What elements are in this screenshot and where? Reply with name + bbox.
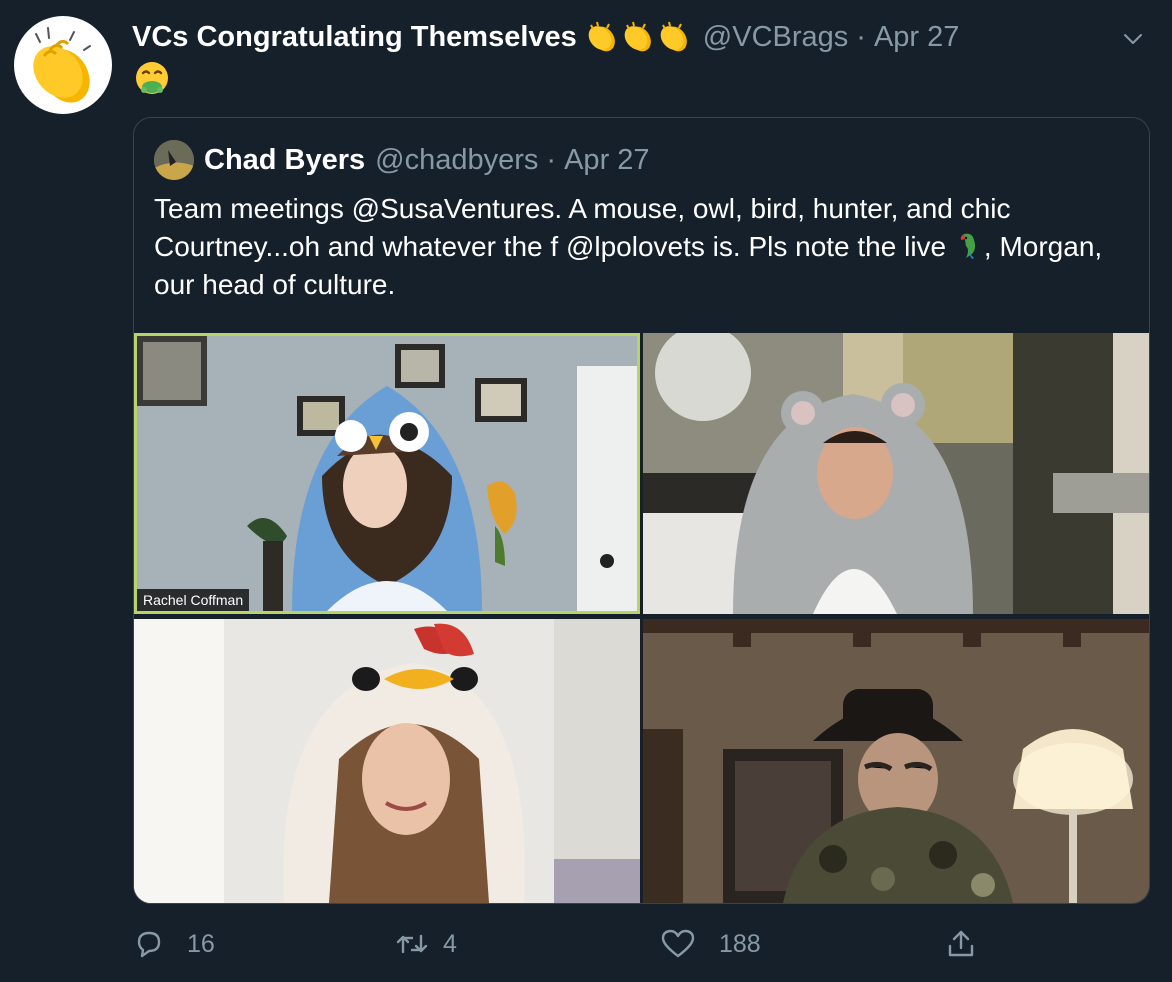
clapping-hands-icon bbox=[660, 21, 687, 52]
heart-icon bbox=[661, 929, 695, 958]
video-frame-image bbox=[137, 336, 637, 611]
header-separator: · bbox=[856, 21, 866, 53]
retweet-icon bbox=[396, 934, 428, 954]
author-avatar[interactable] bbox=[14, 16, 112, 114]
tweet-header: VCs Congratulating Themselves @VCBrags ·… bbox=[132, 18, 1112, 56]
video-tile-mouse bbox=[643, 333, 1149, 614]
face-vomiting-icon bbox=[136, 62, 168, 94]
quoted-tweet[interactable]: Chad Byers @chadbyers · Apr 27 Team meet… bbox=[133, 117, 1150, 904]
tweet-action-bar: 16 4 188 bbox=[133, 922, 1143, 966]
like-count: 188 bbox=[719, 929, 761, 958]
tweet-date[interactable]: Apr 27 bbox=[874, 18, 959, 56]
avatar-photo-icon bbox=[154, 140, 194, 180]
video-tile-chicken bbox=[134, 619, 640, 903]
quoted-tweet-header: Chad Byers @chadbyers · Apr 27 bbox=[154, 140, 650, 180]
quoted-text-part1: Team meetings @SusaVentures. A mouse, ow… bbox=[154, 193, 1011, 262]
quoted-author-avatar bbox=[154, 140, 194, 180]
reply-button[interactable]: 16 bbox=[133, 922, 215, 966]
reply-icon bbox=[137, 931, 161, 958]
like-button[interactable]: 188 bbox=[661, 922, 761, 966]
video-tile-owl: Rachel Coffman bbox=[134, 333, 640, 614]
video-frame-image bbox=[643, 333, 1149, 614]
reply-count: 16 bbox=[187, 929, 215, 958]
chevron-down-icon bbox=[1124, 34, 1142, 44]
clapping-hands-icon bbox=[588, 21, 615, 52]
tweet-body bbox=[134, 60, 170, 96]
retweet-button[interactable]: 4 bbox=[395, 922, 457, 966]
clapping-hands-icon bbox=[33, 27, 91, 103]
retweet-count: 4 bbox=[443, 929, 457, 958]
video-frame-image bbox=[134, 619, 640, 903]
quoted-header-separator: · bbox=[546, 144, 557, 176]
quoted-author-handle: @chadbyers bbox=[375, 144, 539, 176]
parrot-icon bbox=[960, 233, 976, 259]
share-button[interactable] bbox=[945, 922, 977, 966]
video-tile-hunter bbox=[643, 619, 1149, 903]
quoted-tweet-text: Team meetings @SusaVentures. A mouse, ow… bbox=[154, 190, 1124, 304]
clapping-hands-icon bbox=[624, 21, 651, 52]
quoted-author-display-name: Chad Byers bbox=[204, 144, 366, 176]
more-options-button[interactable] bbox=[1118, 24, 1148, 54]
participant-name-tag: Rachel Coffman bbox=[137, 589, 250, 611]
quoted-tweet-media[interactable]: Rachel Coffman bbox=[134, 333, 1149, 903]
share-icon bbox=[948, 930, 974, 957]
author-handle[interactable]: @VCBrags bbox=[703, 18, 848, 56]
quoted-tweet-date: Apr 27 bbox=[564, 144, 650, 176]
video-frame-image bbox=[643, 619, 1149, 903]
clapping-hands-emojis bbox=[585, 19, 693, 55]
author-display-name[interactable]: VCs Congratulating Themselves bbox=[132, 18, 577, 56]
